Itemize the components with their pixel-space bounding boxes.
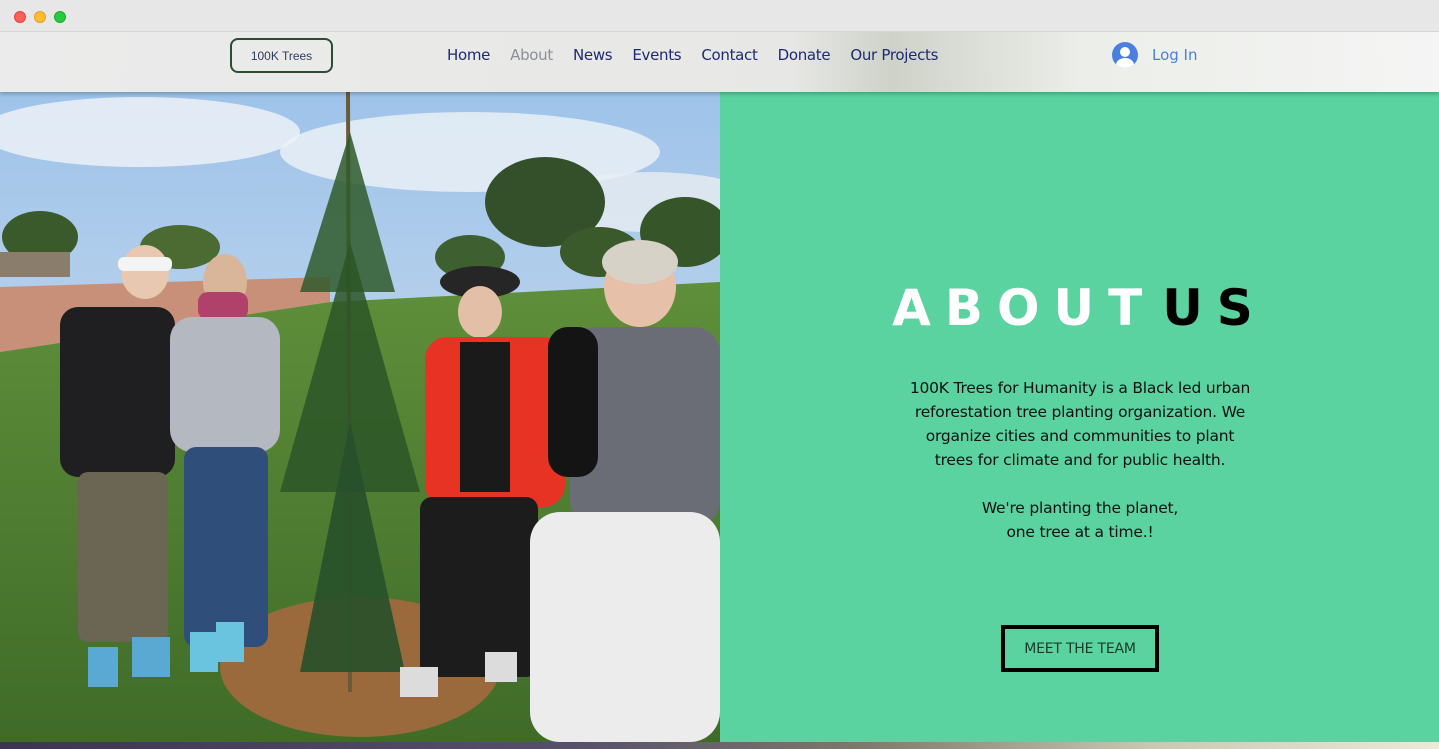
nav-about[interactable]: About xyxy=(510,44,553,66)
nav-our-projects[interactable]: Our Projects xyxy=(850,44,938,66)
brand-button[interactable]: 100K Trees xyxy=(230,38,333,73)
about-tagline: We're planting the planet, one tree at a… xyxy=(905,496,1255,544)
close-window-button[interactable] xyxy=(14,11,26,23)
title-bar xyxy=(0,0,1439,32)
main-nav: Home About News Events Contact Donate Ou… xyxy=(447,44,958,66)
login-button[interactable]: Log In xyxy=(1112,42,1198,68)
about-section: ABOUT US 100K Trees for Humanity is a Bla… xyxy=(720,92,1439,742)
about-heading-part2: US xyxy=(1162,279,1267,337)
about-paragraph: 100K Trees for Humanity is a Black led u… xyxy=(909,379,1251,469)
about-description: 100K Trees for Humanity is a Black led u… xyxy=(905,376,1255,544)
about-heading-part1: ABOUT xyxy=(892,279,1157,337)
site-header: 100K Trees Home About News Events Contac… xyxy=(0,32,1439,92)
browser-window: 100K Trees Home About News Events Contac… xyxy=(0,0,1439,749)
web-page: 100K Trees Home About News Events Contac… xyxy=(0,32,1439,749)
nav-contact[interactable]: Contact xyxy=(701,44,758,66)
about-tagline-line1: We're planting the planet, xyxy=(981,499,1179,517)
next-section-strip xyxy=(0,742,1439,749)
nav-home[interactable]: Home xyxy=(447,44,490,66)
nav-news[interactable]: News xyxy=(573,44,613,66)
login-label[interactable]: Log In xyxy=(1152,46,1198,64)
zoom-window-button[interactable] xyxy=(54,11,66,23)
about-heading: ABOUT US xyxy=(720,278,1439,338)
meet-the-team-button[interactable]: MEET THE TEAM xyxy=(1001,625,1159,672)
minimize-window-button[interactable] xyxy=(34,11,46,23)
nav-events[interactable]: Events xyxy=(632,44,681,66)
about-tagline-line2: one tree at a time.! xyxy=(1006,523,1154,541)
user-avatar-icon[interactable] xyxy=(1112,42,1138,68)
nav-donate[interactable]: Donate xyxy=(778,44,831,66)
volunteers-photo xyxy=(0,92,720,742)
